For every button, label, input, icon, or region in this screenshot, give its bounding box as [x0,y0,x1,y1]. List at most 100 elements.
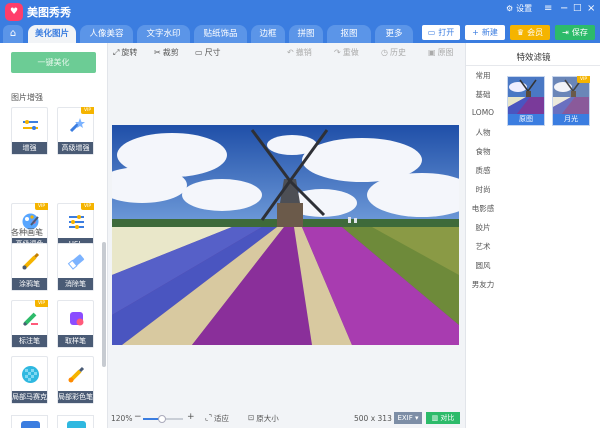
filter-panel: 特效滤镜 常用 基础 LOMO 人物 食物 质感 时尚 电影感 胶片 艺术 圆风… [465,43,600,428]
rotate-icon: ⤢ [113,47,120,57]
image-icon: ▣ [428,48,436,57]
tab-beautify[interactable]: 美化图片 [28,25,76,43]
vip-button[interactable]: ♛ 会员 [510,25,550,40]
fit-label: 适应 [214,414,230,423]
status-bar: 120% − + ⌞⌝ 适应 ⊡ 原大小 500 x 313 EXIF ▾ ▥ 对比 [108,410,465,428]
undo-button[interactable]: ↶ 撤销 [287,47,312,58]
zoom-slider-handle[interactable] [158,415,166,423]
tool-partial[interactable] [11,415,48,428]
tool-label: 涂鸦笔 [12,278,47,290]
new-button[interactable]: + 新建 [465,25,505,40]
tool-doodle-pen[interactable]: 涂鸦笔 [11,243,48,291]
redo-button[interactable]: ↷ 重做 [334,47,359,58]
windmill-photo [112,125,459,345]
filter-category-film-look[interactable]: 电影感 [466,203,500,214]
tool-icon-partial [67,421,86,428]
magic-wand-icon [67,116,86,135]
tab-frame[interactable]: 边框 [251,25,285,43]
app-title: 美图秀秀 [27,6,71,19]
sample-icon [67,309,86,328]
rotate-button[interactable]: ⤢ 旋转 [113,47,137,58]
title-bar: ♥ 美图秀秀 ⚙ 设置 ≡ − □ × ⌂ 美化图片 人像美容 文字水印 贴纸饰… [0,0,600,43]
filter-category-film[interactable]: 胶片 [466,222,500,233]
filter-category-boyfriend[interactable]: 男友力 [466,279,500,290]
filter-category-texture[interactable]: 质感 [466,165,500,176]
filter-category-style[interactable]: 圆风 [466,260,500,271]
crown-icon: ♛ [516,28,525,37]
open-button[interactable]: ▭ 打开 [422,25,460,40]
redo-label: 重做 [342,48,359,57]
tool-marker-pen[interactable]: VIP 标注笔 [11,300,48,348]
tool-advanced-enhance[interactable]: VIP 高级增强 [57,107,94,155]
hsl-sliders-icon [67,212,86,231]
size-label: 尺寸 [204,48,221,57]
color-brush-icon [67,365,86,384]
canvas-image[interactable] [112,125,459,345]
vip-badge: VIP [81,203,94,210]
compare-label: 对比 [440,414,455,422]
tab-more[interactable]: 更多 [375,25,413,43]
zoom-out-button[interactable]: − [134,412,142,422]
filter-category-lomo[interactable]: LOMO [466,108,500,117]
filter-category-fashion[interactable]: 时尚 [466,184,500,195]
section-title-brushes: 各种画笔 [11,228,43,237]
mosaic-icon [21,365,40,384]
tab-text-watermark[interactable]: 文字水印 [137,25,190,43]
crop-button[interactable]: ✂ 裁剪 [154,47,179,58]
brush-icon [21,252,40,271]
filter-category-common[interactable]: 常用 [466,70,500,81]
original-label: 原图 [437,48,454,57]
tab-collage[interactable]: 拼图 [289,25,323,43]
folder-icon: ▭ [427,28,436,37]
vip-badge: VIP [577,76,590,83]
undo-label: 撤销 [295,48,312,57]
filter-category-art[interactable]: 艺术 [466,241,500,252]
save-label: 保存 [571,28,588,37]
tool-label: 局部马赛克 [12,391,47,403]
home-button[interactable]: ⌂ [3,25,23,43]
maximize-button[interactable]: □ [573,3,582,13]
minimize-button[interactable]: − [560,3,568,14]
filter-thumb-moonlight[interactable]: VIP 月光 [552,76,590,126]
tool-partial[interactable] [57,415,94,428]
new-label: 新建 [481,28,498,37]
sliders-icon [21,116,40,135]
menu-button[interactable]: ≡ [544,3,552,14]
vip-badge: VIP [35,300,48,307]
tool-local-mosaic[interactable]: 局部马赛克 [11,356,48,404]
tab-cutout[interactable]: 抠图 [327,25,371,43]
tab-stickers[interactable]: 贴纸饰品 [194,25,247,43]
left-panel: 一键美化 图片增强 增强 VIP 高级增强 VIP 高级调色 VIP HSL 各… [0,43,108,428]
one-key-beautify-button[interactable]: 一键美化 [11,52,96,73]
settings-button[interactable]: ⚙ 设置 [506,3,532,14]
size-button[interactable]: ▭ 尺寸 [195,47,221,58]
tool-sample-pen[interactable]: 取样笔 [57,300,94,348]
maximize-icon: □ [573,3,582,13]
actual-size-label: 原大小 [256,414,279,423]
filter-category-people[interactable]: 人物 [466,127,500,138]
actual-size-button[interactable]: ⊡ 原大小 [248,413,279,424]
fit-button[interactable]: ⌞⌝ 适应 [205,413,229,424]
zoom-slider[interactable] [143,415,183,423]
crop-icon: ✂ [154,48,161,57]
close-button[interactable]: × [587,3,595,14]
tool-eraser-pen[interactable]: 消除笔 [57,243,94,291]
filter-label: 原图 [508,114,544,125]
save-button[interactable]: ⇥ 保存 [555,25,595,40]
clock-icon: ◷ [381,48,388,57]
tool-enhance[interactable]: 增强 [11,107,48,155]
filter-category-food[interactable]: 食物 [466,146,500,157]
tool-label: 增强 [12,142,47,154]
exif-button[interactable]: EXIF ▾ [394,412,422,424]
zoom-in-button[interactable]: + [187,412,195,422]
eraser-icon [67,252,86,271]
left-scrollbar[interactable] [102,242,106,367]
filter-category-basic[interactable]: 基础 [466,89,500,100]
compare-button[interactable]: ▥ 对比 [426,412,460,424]
filter-thumb-original[interactable]: 原图 [507,76,545,126]
tab-portrait[interactable]: 人像美容 [80,25,133,43]
tool-local-color-pen[interactable]: 局部彩色笔 [57,356,94,404]
original-button[interactable]: ▣ 原图 [428,47,454,58]
history-button[interactable]: ◷ 历史 [381,47,406,58]
section-title-enhance: 图片增强 [11,93,43,102]
